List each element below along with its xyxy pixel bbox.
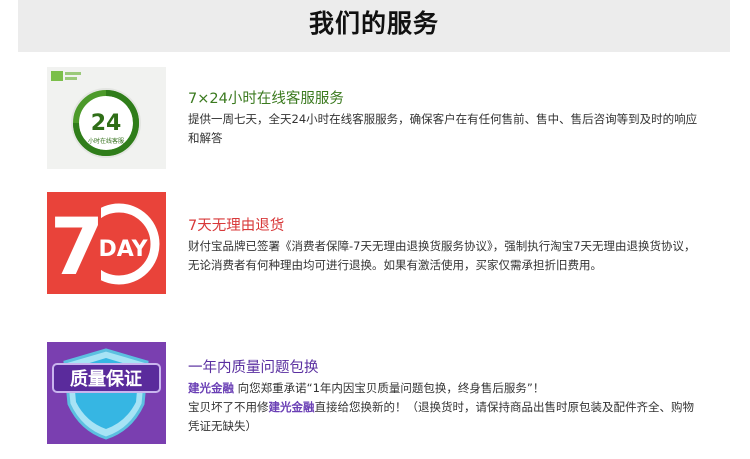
service-title: 一年内质量问题包换 (188, 360, 319, 376)
quality-shield-icon: 质量保证 (47, 342, 166, 444)
badge-number: 24 (91, 111, 122, 136)
clock-24-icon: 24 小时在线客服 (47, 67, 166, 169)
service-title: 7×24小时在线客服服务 (188, 91, 344, 107)
service-title: 7天无理由退货 (188, 218, 285, 234)
service-description: 提供一周七天，全天24小时在线客服服务，确保客户在有任何售前、售中、售后咨询等到… (188, 112, 698, 145)
badge-text: 质量保证 (70, 368, 142, 390)
badge-number: 7 (50, 203, 104, 293)
exchange-line-start: 宝贝坏了不用修 (188, 400, 269, 414)
badge-word: DAY (98, 237, 148, 262)
service-text: 7×24小时在线客服服务 提供一周七天，全天24小时在线客服服务，确保客户在有任… (188, 87, 703, 148)
badge-caption: 小时在线客服 (88, 137, 124, 145)
page-title: 我们的服务 (308, 9, 439, 38)
service-description: 财付宝品牌已签署《消费者保障-7天无理由退换货服务协议》，强制执行淘宝7天无理由… (188, 239, 696, 272)
service-text: 一年内质量问题包换 建光金融 向您郑重承诺“1年内因宝贝质量问题包换，终身售后服… (188, 356, 703, 436)
service-description: 建光金融 向您郑重承诺“1年内因宝贝质量问题包换，终身售后服务”！ 宝贝坏了不用修… (188, 379, 703, 436)
seven-day-icon: 7 DAY (47, 192, 166, 294)
header-banner: 我们的服务 (18, 0, 730, 52)
service-text: 7天无理由退货 财付宝品牌已签署《消费者保障-7天无理由退换货服务协议》，强制执… (188, 214, 703, 275)
promise-line: 向您郑重承诺“1年内因宝贝质量问题包换，终身售后服务”！ (234, 381, 545, 395)
brand-name-inline: 建光金融 (268, 400, 315, 414)
brand-name: 建光金融 (188, 381, 234, 395)
